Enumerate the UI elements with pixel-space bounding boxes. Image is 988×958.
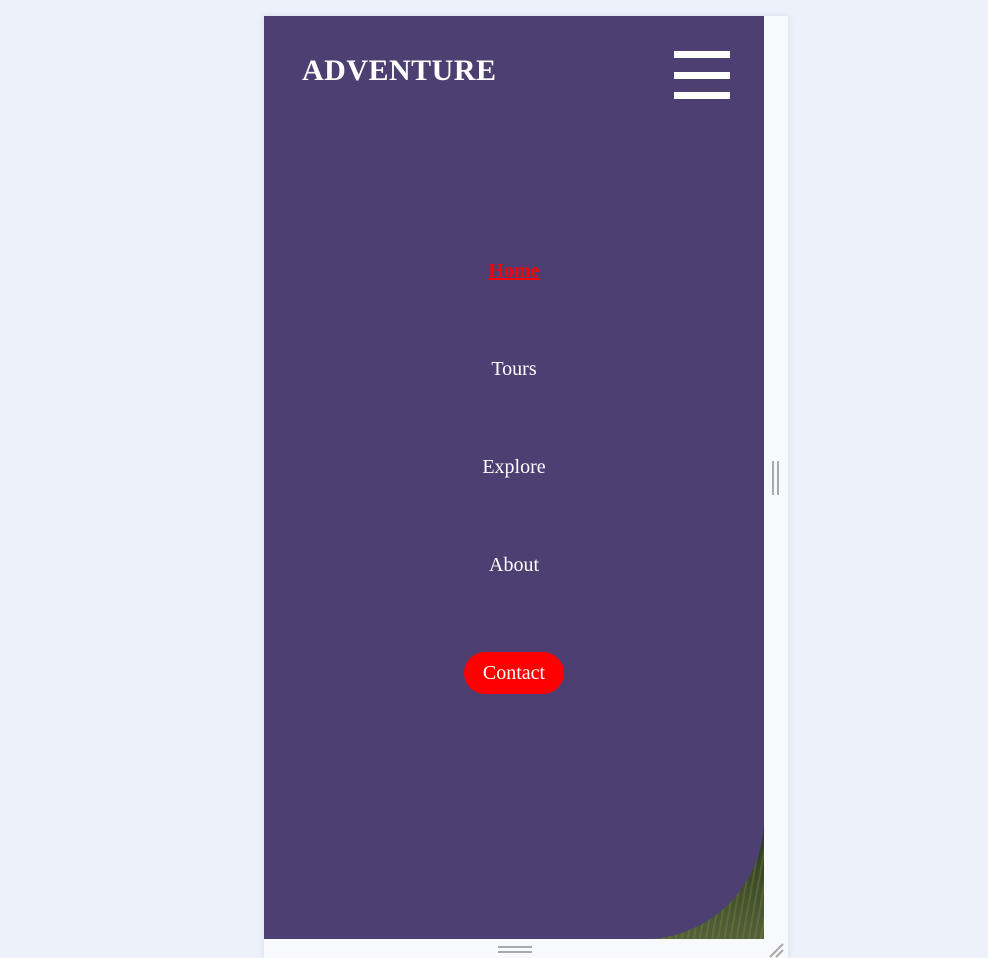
resize-handle-horizontal[interactable] [772,461,780,495]
hamburger-menu-icon[interactable] [674,50,730,100]
mobile-viewport: ADVENTURE Home Tours Explore About Conta… [264,16,764,939]
device-preview-frame: ADVENTURE Home Tours Explore About Conta… [264,16,788,958]
site-logo[interactable]: ADVENTURE [302,54,497,88]
nav-link-explore[interactable]: Explore [264,456,764,479]
resize-corner-icon[interactable] [766,942,784,958]
contact-button[interactable]: Contact [464,652,564,694]
mobile-menu-overlay: ADVENTURE Home Tours Explore About Conta… [264,16,764,939]
nav-link-home[interactable]: Home [264,260,764,283]
nav-link-about[interactable]: About [264,554,764,577]
nav-link-tours[interactable]: Tours [264,358,764,381]
resize-handle-vertical[interactable] [498,946,532,954]
